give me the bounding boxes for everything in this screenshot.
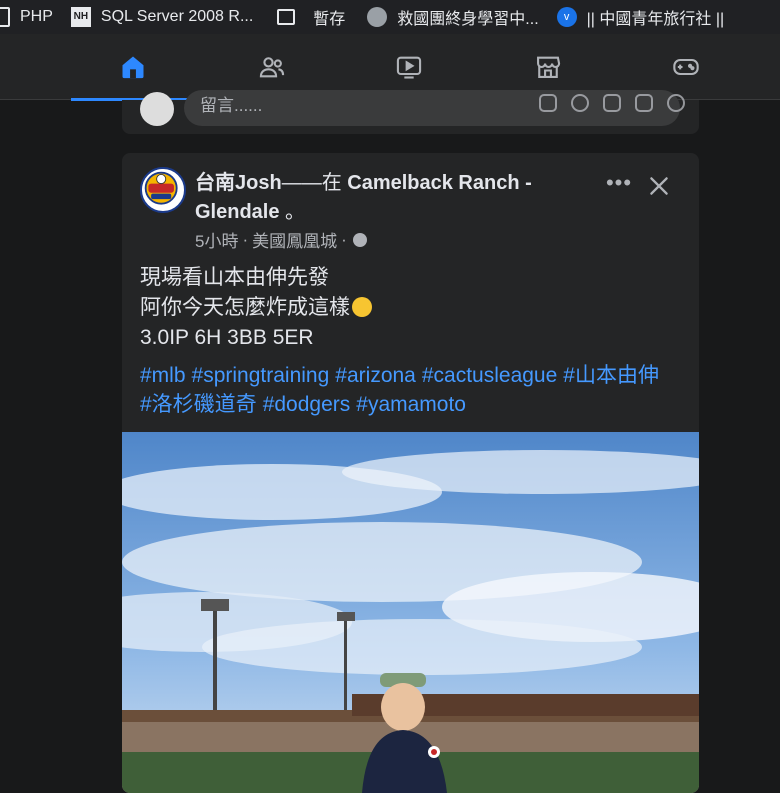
hashtag-link[interactable]: #arizona — [335, 364, 416, 387]
post-place[interactable]: 美國鳳凰城 — [252, 227, 337, 252]
tag-connector: ——在 — [281, 172, 348, 194]
camera-icon[interactable] — [603, 94, 621, 112]
emoji-icon[interactable] — [571, 94, 589, 112]
post-time[interactable]: 5小時 — [195, 227, 238, 252]
video-icon — [396, 56, 422, 79]
gif-icon[interactable] — [635, 94, 653, 112]
hashtag-list: #mlb #springtraining #arizona #cactusleague… — [140, 361, 685, 419]
store-icon — [537, 56, 561, 78]
bookmark-php[interactable]: PHP — [0, 0, 53, 34]
meta-separator: · — [341, 229, 347, 249]
close-icon — [650, 177, 668, 195]
post-card: 台南Josh——在 Camelback Ranch - Glendale 。 5… — [122, 153, 699, 793]
hashtag-link[interactable]: #mlb — [140, 364, 186, 387]
bookmarks-bar: PHP NH SQL Server 2008 R... 暫存 救國團終身學習中.… — [0, 0, 780, 34]
tab-home[interactable] — [71, 34, 195, 101]
hashtag-link[interactable]: #springtraining — [192, 364, 330, 387]
title-suffix: 。 — [279, 201, 306, 223]
bookmark-label: 暫存 — [313, 11, 346, 28]
comment-tools — [539, 94, 685, 112]
folder-icon — [277, 9, 296, 25]
post-line: 3.0IP 6H 3BB 5ER — [140, 326, 314, 349]
bookmark-cyc[interactable]: 救國團終身學習中... — [367, 0, 539, 34]
attach-icon[interactable] — [667, 94, 685, 112]
post-line-text: 阿你今天怎麼炸成這樣 — [140, 296, 350, 319]
post-meta: 5小時 · 美國鳳凰城 · — [195, 227, 367, 252]
sticker-icon[interactable] — [539, 94, 557, 112]
document-icon — [0, 7, 10, 27]
nh-icon: NH — [70, 7, 91, 27]
gamepad-icon — [673, 58, 699, 76]
sad-face-emoji-icon — [352, 297, 372, 317]
more-options-button[interactable]: ••• — [605, 172, 633, 201]
hashtag-link[interactable]: #山本由伸 — [563, 364, 659, 387]
close-button[interactable] — [646, 173, 674, 201]
bookmark-label: 救國團終身學習中... — [397, 11, 539, 28]
post-body: 現場看山本由伸先發 阿你今天怎麼炸成這樣 3.0IP 6H 3BB 5ER — [140, 263, 685, 353]
bookmark-label: PHP — [20, 8, 53, 25]
meta-separator: · — [242, 229, 249, 249]
comment-composer: 留言...... — [122, 90, 699, 134]
author-name[interactable]: 台南Josh — [195, 172, 282, 194]
bookmark-sql-server[interactable]: NH SQL Server 2008 R... — [70, 0, 254, 34]
post-header-title: 台南Josh——在 Camelback Ranch - Glendale 。 — [195, 169, 555, 227]
public-globe-icon — [352, 232, 367, 247]
post-photo[interactable] — [122, 432, 699, 793]
ballpark-photo — [122, 432, 699, 793]
friends-icon — [259, 57, 285, 78]
page-avatar[interactable] — [140, 167, 186, 213]
bookmark-icon: v — [556, 7, 577, 27]
bookmark-china-youth-travel[interactable]: v || 中國青年旅行社 || — [556, 0, 725, 34]
post-line: 阿你今天怎麼炸成這樣 — [140, 293, 685, 323]
avatar[interactable] — [140, 92, 174, 126]
hashtag-link[interactable]: #cactusleague — [422, 364, 557, 387]
page-logo-icon — [142, 169, 181, 208]
post-line: 現場看山本由伸先發 — [140, 266, 329, 289]
bookmark-label: SQL Server 2008 R... — [100, 8, 254, 25]
hashtag-link[interactable]: #洛杉磯道奇 — [140, 393, 257, 416]
bookmark-label: || 中國青年旅行社 || — [586, 11, 725, 28]
hashtag-link[interactable]: #dodgers — [263, 393, 351, 416]
home-icon — [122, 56, 144, 79]
globe-icon — [367, 7, 388, 27]
bookmark-temp-folder[interactable]: 暫存 — [277, 0, 345, 34]
comment-placeholder: 留言...... — [200, 96, 263, 115]
hashtag-link[interactable]: #yamamoto — [356, 393, 466, 416]
